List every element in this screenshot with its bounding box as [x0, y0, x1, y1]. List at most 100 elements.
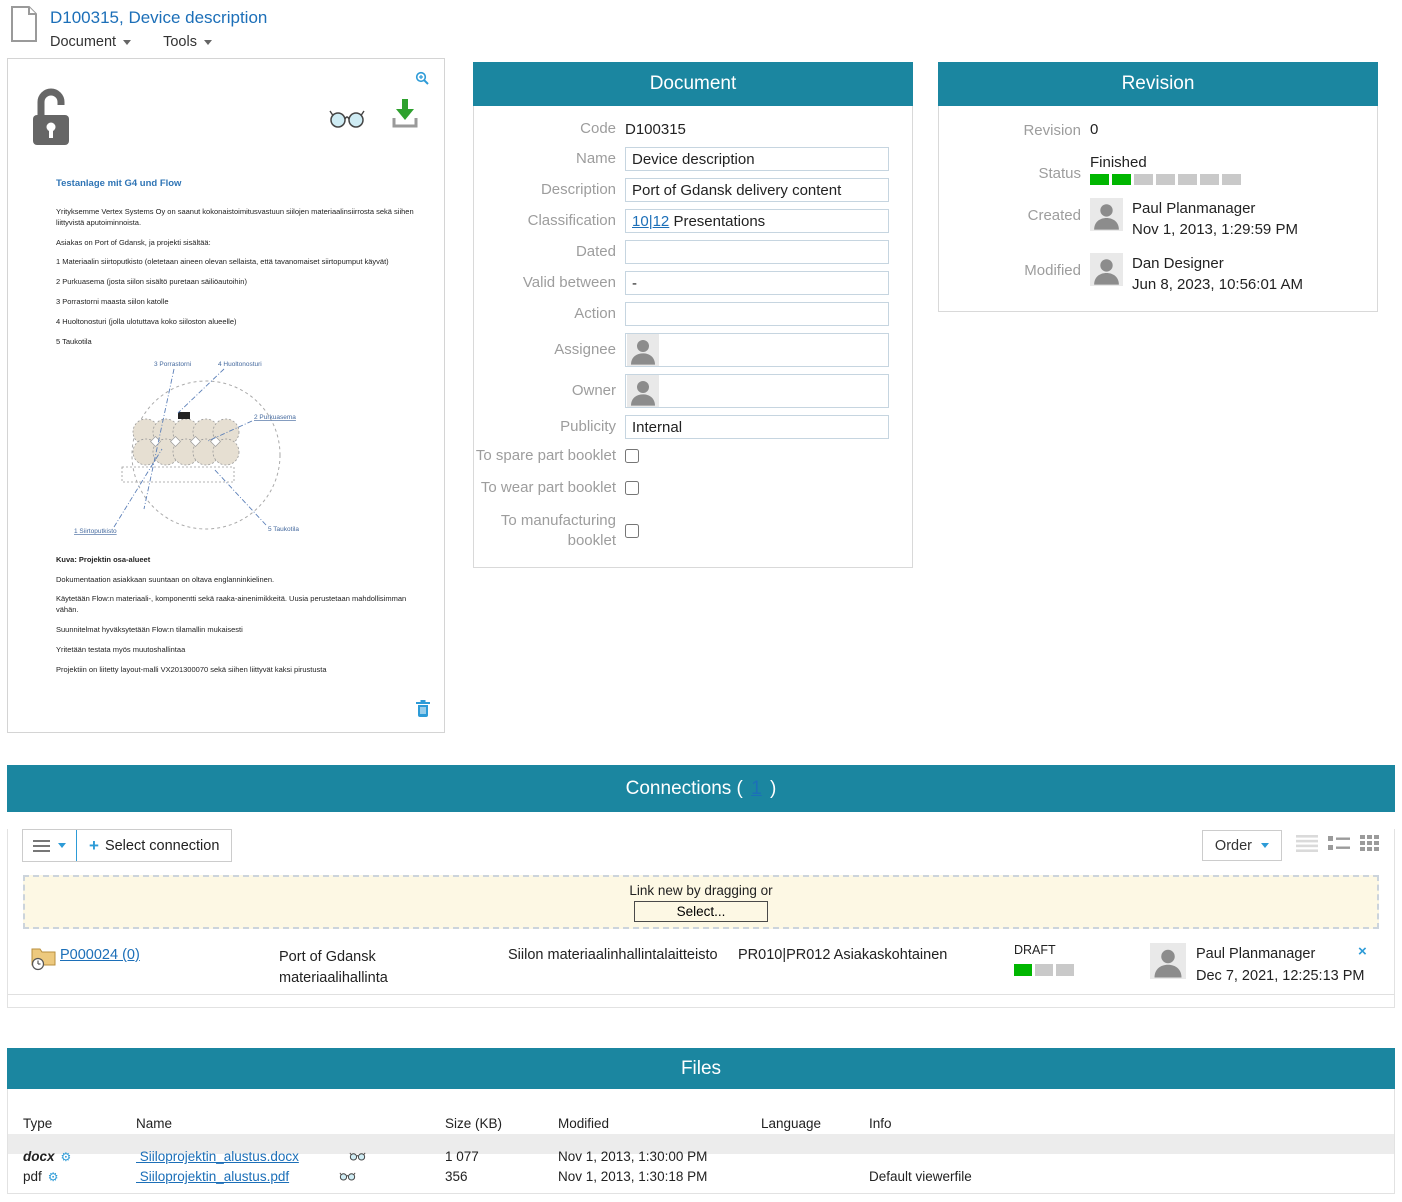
to-manufacturing-booklet-checkbox[interactable] [625, 524, 639, 538]
avatar [627, 375, 659, 407]
diagram-label: 2 Purkuasema [254, 414, 296, 421]
action-label: Action [474, 304, 616, 324]
publicity-label: Publicity [474, 417, 616, 437]
valid-between-field[interactable] [625, 271, 889, 295]
glasses-view-icon[interactable] [294, 1154, 356, 1199]
file-info: Default viewerfile [869, 1169, 1394, 1184]
name-field[interactable] [625, 147, 889, 171]
chevron-down-icon [58, 843, 66, 848]
connection-row[interactable]: P000024 (0) Port of Gdansk materiaalihal… [8, 937, 1394, 995]
files-header: Files [7, 1048, 1395, 1089]
modified-label: Modified [939, 253, 1081, 295]
dated-label: Dated [474, 242, 616, 262]
document-panel: Document Code D100315 Name Description C… [473, 62, 913, 568]
connections-toolbar-left: + Select connection [22, 829, 232, 862]
files-table-header: Type Name Size (KB) Modified Language In… [8, 1112, 1394, 1134]
file-type: docx [23, 1149, 55, 1164]
column-size: Size (KB) [445, 1116, 558, 1131]
preview-paragraph: Yrityksemme Vertex Systems Oy on saanut … [56, 207, 414, 229]
project-folder-icon [31, 945, 58, 976]
list-view-icon[interactable] [1296, 835, 1318, 857]
view-switcher [1296, 835, 1380, 857]
connections-title-prefix: Connections ( [626, 778, 743, 799]
page: D100315, Device description Document Too… [0, 0, 1402, 1202]
menu-tools[interactable]: Tools [163, 34, 212, 50]
download-icon[interactable] [390, 97, 420, 134]
file-modified: Nov 1, 2013, 1:30:18 PM [558, 1169, 761, 1184]
select-connection-label: Select connection [105, 838, 219, 854]
connection-status: DRAFT [1014, 943, 1056, 957]
connection-code-link[interactable]: P000024 (0) [60, 947, 140, 963]
status-label: Status [939, 154, 1081, 185]
gear-icon[interactable]: ⚙ [48, 1171, 59, 1183]
order-button[interactable]: Order [1202, 830, 1282, 861]
classification-field[interactable]: 10|12 Presentations [625, 209, 889, 233]
zoom-icon[interactable] [415, 71, 430, 91]
menu-bar: Document Tools [50, 34, 267, 50]
connections-menu-button[interactable] [23, 830, 76, 861]
column-language: Language [761, 1116, 869, 1131]
select-dialog-button[interactable]: Select... [634, 901, 769, 922]
to-spare-part-booklet-label: To spare part booklet [474, 446, 616, 466]
classification-text: Presentations [673, 213, 765, 230]
preview-paragraph: Käytetään Flow:n materiaali-, komponentt… [56, 594, 414, 616]
menu-document-label: Document [50, 34, 116, 50]
lock-open-icon [28, 87, 74, 152]
file-row[interactable]: docx ⚙ Siiloprojektin_alustus.docx [8, 1134, 1394, 1154]
connections-count-link[interactable]: 1 [751, 778, 762, 799]
detail-list-view-icon[interactable] [1328, 835, 1350, 857]
gear-icon[interactable]: ⚙ [61, 1151, 72, 1163]
topbar: D100315, Device description Document Too… [10, 6, 267, 50]
name-label: Name [474, 149, 616, 169]
valid-between-label: Valid between [474, 273, 616, 293]
file-type: pdf [23, 1169, 42, 1184]
column-info: Info [869, 1116, 1394, 1131]
status-progress-bar [1090, 174, 1244, 185]
classification-link-1[interactable]: 10 [632, 213, 649, 230]
file-name-link[interactable]: Siiloprojektin_alustus.pdf [136, 1169, 289, 1184]
owner-label: Owner [474, 381, 616, 401]
diagram-label: 4 Huoltonosturi [218, 361, 262, 368]
menu-document[interactable]: Document [50, 34, 131, 50]
status-value: Finished [1090, 154, 1244, 171]
document-panel-header: Document [473, 62, 913, 106]
description-field[interactable] [625, 178, 889, 202]
diagram-label: 5 Taukotila [268, 526, 299, 533]
connection-name: Port of Gdansk materiaalihallinta [279, 947, 454, 989]
to-spare-part-booklet-checkbox[interactable] [625, 449, 639, 463]
preview-list-item: 5 Taukotila [56, 337, 414, 348]
classification-label: Classification [474, 211, 616, 231]
hamburger-icon [33, 840, 50, 852]
document-page-icon [10, 6, 38, 50]
select-connection-button[interactable]: + Select connection [77, 830, 231, 861]
to-wear-part-booklet-checkbox[interactable] [625, 481, 639, 495]
preview-doc-title: Testanlage mit G4 und Flow [56, 177, 414, 191]
preview-diagram: 3 Porrastorni 4 Huoltonosturi 2 Purkuase… [56, 357, 414, 551]
preview-paragraph: Yritetään testata myös muutoshallintaa [56, 645, 414, 656]
grid-view-icon[interactable] [1360, 835, 1380, 857]
owner-field[interactable] [625, 374, 889, 408]
diagram-label: 3 Porrastorni [154, 361, 191, 368]
created-user: Paul Planmanager [1132, 198, 1298, 219]
dated-field[interactable] [625, 240, 889, 264]
order-label: Order [1215, 838, 1252, 854]
connection-description: Siilon materiaalinhallintalaitteisto [508, 947, 718, 963]
connection-classification: PR010|PR012 Asiakaskohtainen [738, 947, 947, 963]
connections-title-suffix: ) [770, 778, 776, 799]
publicity-field[interactable] [625, 415, 889, 439]
glasses-view-icon[interactable] [328, 107, 366, 134]
trash-icon[interactable] [416, 700, 430, 722]
modified-user: Dan Designer [1132, 253, 1303, 274]
column-modified: Modified [558, 1116, 761, 1131]
document-preview-panel: Testanlage mit G4 und Flow Yrityksemme V… [7, 58, 445, 733]
plus-icon: + [89, 837, 99, 854]
preview-caption: Kuva: Projektin osa-alueet [56, 555, 414, 566]
classification-link-2[interactable]: 12 [653, 213, 670, 230]
action-field[interactable] [625, 302, 889, 326]
menu-tools-label: Tools [163, 34, 197, 50]
files-section: Files Type Name Size (KB) Modified Langu… [7, 1048, 1395, 1194]
remove-connection-icon[interactable]: × [1358, 943, 1367, 960]
link-drop-zone[interactable]: Link new by dragging or Select... [23, 875, 1379, 929]
assignee-field[interactable] [625, 333, 889, 367]
avatar [1150, 943, 1186, 979]
